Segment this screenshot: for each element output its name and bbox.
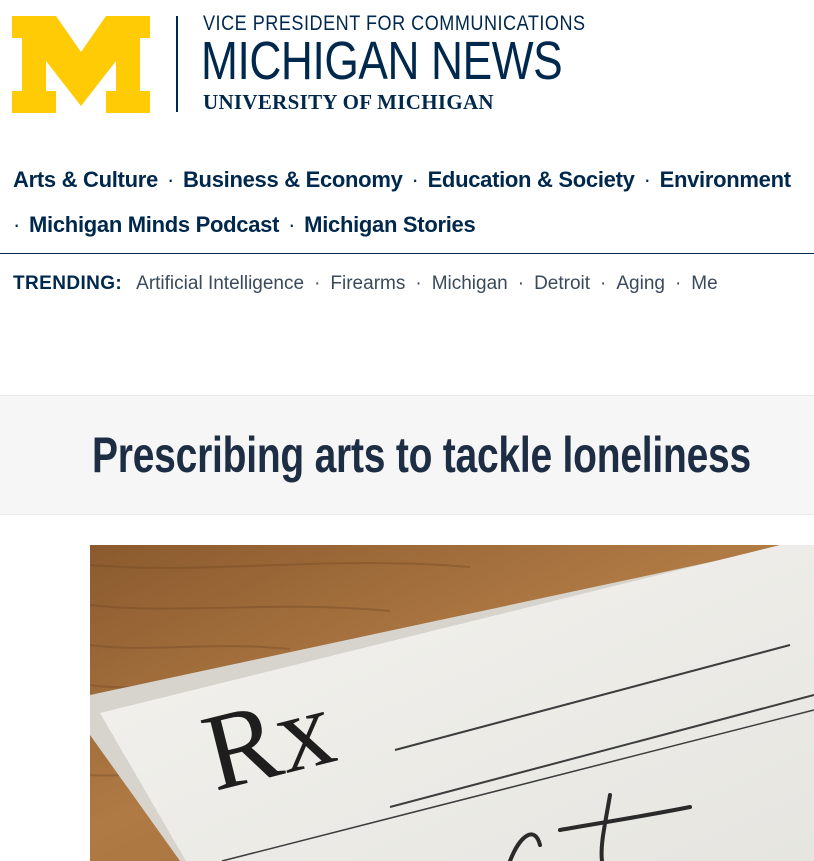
nav-item-business-economy[interactable]: Business & Economy xyxy=(183,167,403,192)
masthead: VICE PRESIDENT FOR COMMUNICATIONS MICHIG… xyxy=(0,0,814,130)
trending-separator: · xyxy=(674,273,682,294)
nav-separator: · xyxy=(643,167,651,192)
nav-separator: · xyxy=(166,167,174,192)
university-name: UNIVERSITY OF MICHIGAN xyxy=(203,90,494,114)
nav-item-environment[interactable]: Environment xyxy=(660,167,791,192)
topic-nav-row-2: · Michigan Minds Podcast · Michigan Stories xyxy=(13,212,476,238)
article-title-band: Prescribing arts to tackle loneliness xyxy=(0,395,814,515)
trending-item-aging[interactable]: Aging xyxy=(616,273,665,294)
nav-item-education-society[interactable]: Education & Society xyxy=(428,167,635,192)
prescription-pad-image: Rx xyxy=(90,545,814,861)
trending-separator: · xyxy=(600,273,607,294)
trending-item-firearms[interactable]: Firearms xyxy=(330,273,405,294)
site-brand[interactable]: MICHIGAN NEWS xyxy=(201,32,563,90)
trending-item-detroit[interactable]: Detroit xyxy=(534,273,590,294)
nav-item-michigan-stories[interactable]: Michigan Stories xyxy=(304,212,476,237)
page-title: Prescribing arts to tackle loneliness xyxy=(92,427,751,483)
nav-separator: · xyxy=(288,212,296,237)
trending-item-truncated[interactable]: Me xyxy=(691,273,717,294)
trending-item-michigan[interactable]: Michigan xyxy=(432,273,508,294)
nav-item-arts-culture[interactable]: Arts & Culture xyxy=(13,167,158,192)
trending-label: TRENDING: xyxy=(13,273,123,294)
trending-separator: · xyxy=(314,273,321,294)
logo-divider xyxy=(176,16,178,112)
topic-nav: Arts & Culture · Business & Economy · Educat… xyxy=(0,160,814,254)
trending-item-artificial-intelligence[interactable]: Artificial Intelligence xyxy=(136,273,304,294)
nav-separator: · xyxy=(13,212,21,237)
trending-bar: TRENDING: Artificial Intelligence · Firearm… xyxy=(13,273,814,295)
hero-image: Rx xyxy=(90,545,814,861)
nav-separator: · xyxy=(411,167,419,192)
trending-separator: · xyxy=(415,273,422,294)
block-m-logo[interactable] xyxy=(12,16,150,113)
trending-separator: · xyxy=(517,273,525,294)
nav-item-michigan-minds-podcast[interactable]: Michigan Minds Podcast xyxy=(29,212,279,237)
topic-nav-row-1: Arts & Culture · Business & Economy · Educat… xyxy=(13,167,791,193)
